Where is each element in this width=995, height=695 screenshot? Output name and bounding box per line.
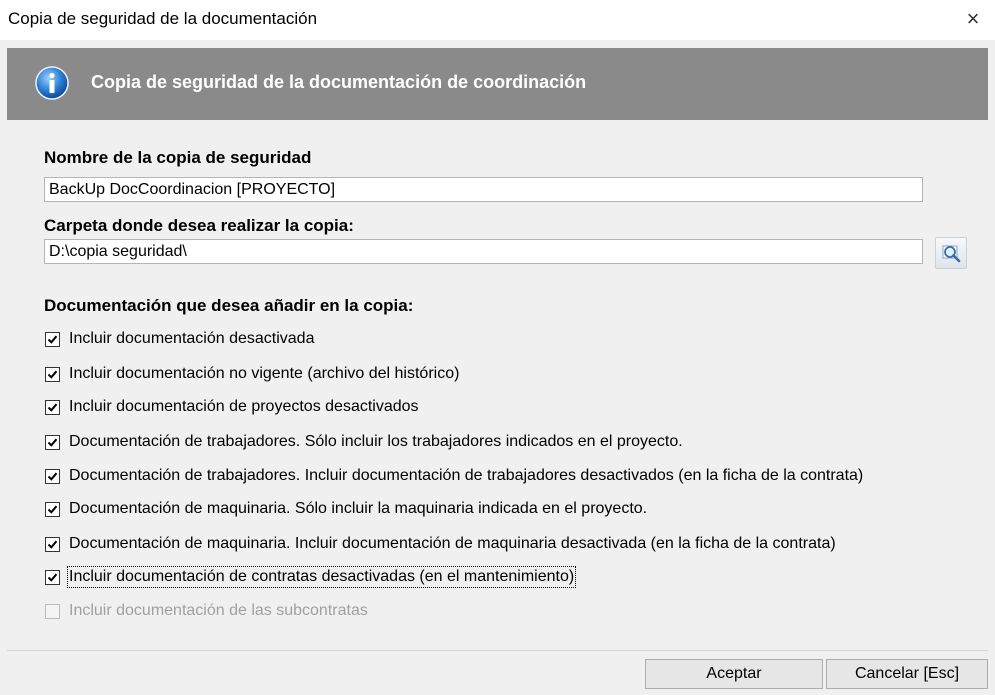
ok-button[interactable]: Aceptar (645, 659, 823, 689)
option-machinery-project-only[interactable]: Documentación de maquinaria. Sólo inclui… (45, 498, 647, 520)
checkbox[interactable] (45, 468, 60, 484)
option-include-non-current-docs[interactable]: Incluir documentación no vigente (archiv… (45, 363, 459, 385)
backup-name-input[interactable]: BackUp DocCoordinacion [PROYECTO] (44, 177, 923, 202)
option-label: Incluir documentación de las subcontrata… (69, 602, 368, 619)
option-label: Incluir documentación de proyectos desac… (69, 398, 419, 415)
cancel-button[interactable]: Cancelar [Esc] (826, 659, 988, 689)
option-include-deactivated-projects[interactable]: Incluir documentación de proyectos desac… (45, 396, 419, 418)
docs-section-label: Documentación que desea añadir en la cop… (44, 296, 414, 315)
browse-folder-button[interactable] (935, 237, 967, 269)
folder-label: Carpeta donde desea realizar la copia: (44, 216, 354, 235)
option-label: Documentación de trabajadores. Incluir d… (69, 467, 864, 484)
option-label: Documentación de maquinaria. Incluir doc… (69, 535, 836, 552)
checkbox (45, 603, 60, 619)
checkbox[interactable] (45, 501, 60, 517)
option-label: Documentación de trabajadores. Sólo incl… (69, 433, 683, 450)
checkbox[interactable] (45, 399, 60, 415)
folder-input[interactable]: D:\copia seguridad\ (44, 239, 923, 264)
checkbox[interactable] (45, 536, 60, 552)
close-icon[interactable]: × (959, 5, 987, 33)
option-label: Incluir documentación de contratas desac… (66, 566, 577, 588)
title-bar: Copia de seguridad de la documentación × (0, 0, 995, 40)
backup-name-label: Nombre de la copia de seguridad (44, 148, 312, 167)
option-workers-deactivated[interactable]: Documentación de trabajadores. Incluir d… (45, 465, 863, 487)
magnifier-icon (942, 245, 961, 263)
header-title: Copia de seguridad de la documentación d… (91, 72, 587, 92)
option-contracts-deactivated[interactable]: Incluir documentación de contratas desac… (45, 566, 577, 588)
option-subcontracts: Incluir documentación de las subcontrata… (45, 600, 368, 622)
dialog-footer: Aceptar Cancelar [Esc] (0, 651, 995, 695)
option-machinery-deactivated[interactable]: Documentación de maquinaria. Incluir doc… (45, 533, 836, 555)
dialog-content: Nombre de la copia de seguridad BackUp D… (7, 120, 988, 650)
checkbox[interactable] (45, 434, 60, 450)
option-label: Incluir documentación desactivada (69, 330, 315, 347)
checkbox[interactable] (45, 366, 60, 382)
option-label: Documentación de maquinaria. Sólo inclui… (69, 500, 648, 517)
option-label: Incluir documentación no vigente (archiv… (69, 365, 460, 382)
option-workers-project-only[interactable]: Documentación de trabajadores. Sólo incl… (45, 431, 683, 453)
checkbox[interactable] (45, 569, 60, 585)
dialog-header: Copia de seguridad de la documentación d… (7, 48, 988, 120)
window-title: Copia de seguridad de la documentación (8, 9, 318, 28)
checkbox[interactable] (45, 331, 60, 347)
option-include-deactivated-docs[interactable]: Incluir documentación desactivada (45, 328, 314, 350)
info-icon (35, 66, 69, 100)
